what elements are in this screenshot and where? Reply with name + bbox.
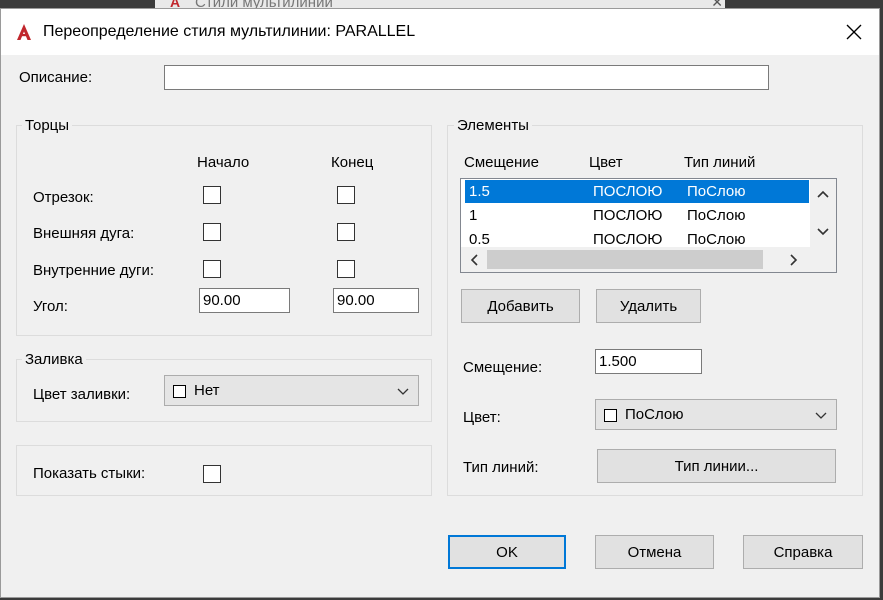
scroll-left-icon[interactable] bbox=[469, 254, 479, 266]
fill-color-value: Нет bbox=[194, 382, 220, 399]
outer-arc-start-checkbox[interactable] bbox=[203, 223, 221, 241]
chevron-down-icon bbox=[815, 412, 827, 419]
elements-header-color: Цвет bbox=[589, 154, 623, 171]
fill-color-label: Цвет заливки: bbox=[33, 386, 131, 403]
linetype-button[interactable]: Тип линии... bbox=[597, 449, 836, 483]
description-input[interactable] bbox=[164, 65, 769, 90]
element-color-dropdown[interactable]: ПоСлою bbox=[595, 399, 837, 430]
elements-header-linetype: Тип линий bbox=[684, 154, 756, 171]
element-color-label: Цвет: bbox=[463, 409, 501, 426]
multiline-style-dialog: Переопределение стиля мультилинии: PARAL… bbox=[0, 8, 880, 598]
chevron-down-icon bbox=[397, 388, 409, 395]
line-end-checkbox[interactable] bbox=[337, 186, 355, 204]
caps-row-line-label: Отрезок: bbox=[33, 189, 94, 206]
outer-arc-end-checkbox[interactable] bbox=[337, 223, 355, 241]
elements-header-offset: Смещение bbox=[464, 154, 540, 171]
delete-button[interactable]: Удалить bbox=[596, 289, 701, 323]
scroll-up-icon[interactable] bbox=[817, 189, 829, 199]
angle-end-input[interactable]: 90.00 bbox=[333, 288, 419, 313]
caps-row-inner-arcs-label: Внутренние дуги: bbox=[33, 262, 155, 279]
caps-col-end: Конец bbox=[331, 154, 374, 171]
scroll-right-icon[interactable] bbox=[789, 254, 799, 266]
ok-button[interactable]: OK bbox=[448, 535, 566, 569]
caps-col-start: Начало bbox=[197, 154, 250, 171]
show-joints-label: Показать стыки: bbox=[33, 465, 146, 482]
line-start-checkbox[interactable] bbox=[203, 186, 221, 204]
angle-label: Угол: bbox=[33, 298, 68, 315]
close-icon bbox=[846, 24, 862, 40]
color-swatch bbox=[173, 385, 186, 398]
close-button[interactable] bbox=[837, 17, 871, 47]
caps-group-label: Торцы bbox=[22, 117, 73, 134]
add-button[interactable]: Добавить bbox=[461, 289, 580, 323]
inner-arcs-start-checkbox[interactable] bbox=[203, 260, 221, 278]
elements-group-label: Элементы bbox=[454, 117, 532, 134]
linetype-label: Тип линий: bbox=[463, 459, 539, 476]
scroll-down-icon[interactable] bbox=[817, 227, 829, 237]
dialog-title: Переопределение стиля мультилинии: PARAL… bbox=[43, 23, 416, 40]
vertical-scrollbar[interactable] bbox=[810, 179, 836, 247]
list-item[interactable]: 1.5 ПОСЛОЮ ПоСлою bbox=[465, 180, 809, 203]
cancel-button[interactable]: Отмена bbox=[595, 535, 714, 569]
angle-start-input[interactable]: 90.00 bbox=[199, 288, 290, 313]
offset-label: Смещение: bbox=[463, 359, 543, 376]
element-color-value: ПоСлою bbox=[625, 406, 684, 423]
autocad-logo-icon bbox=[17, 24, 31, 40]
show-joints-checkbox[interactable] bbox=[203, 465, 221, 483]
fill-group-label: Заливка bbox=[22, 351, 86, 368]
elements-list[interactable]: 1.5 ПОСЛОЮ ПоСлою 1 ПОСЛОЮ ПоСлою 0.5 ПО… bbox=[460, 178, 837, 273]
description-label: Описание: bbox=[19, 69, 93, 86]
inner-arcs-end-checkbox[interactable] bbox=[337, 260, 355, 278]
scrollbar-thumb[interactable] bbox=[487, 250, 763, 269]
list-item[interactable]: 1 ПОСЛОЮ ПоСлою bbox=[465, 204, 809, 227]
fill-color-dropdown[interactable]: Нет bbox=[164, 375, 419, 406]
title-bar: Переопределение стиля мультилинии: PARAL… bbox=[1, 9, 879, 55]
horizontal-scrollbar[interactable] bbox=[461, 247, 836, 272]
help-button[interactable]: Справка bbox=[743, 535, 863, 569]
color-swatch bbox=[604, 409, 617, 422]
caps-row-outer-arc-label: Внешняя дуга: bbox=[33, 225, 135, 242]
offset-input[interactable]: 1.500 bbox=[595, 349, 702, 374]
